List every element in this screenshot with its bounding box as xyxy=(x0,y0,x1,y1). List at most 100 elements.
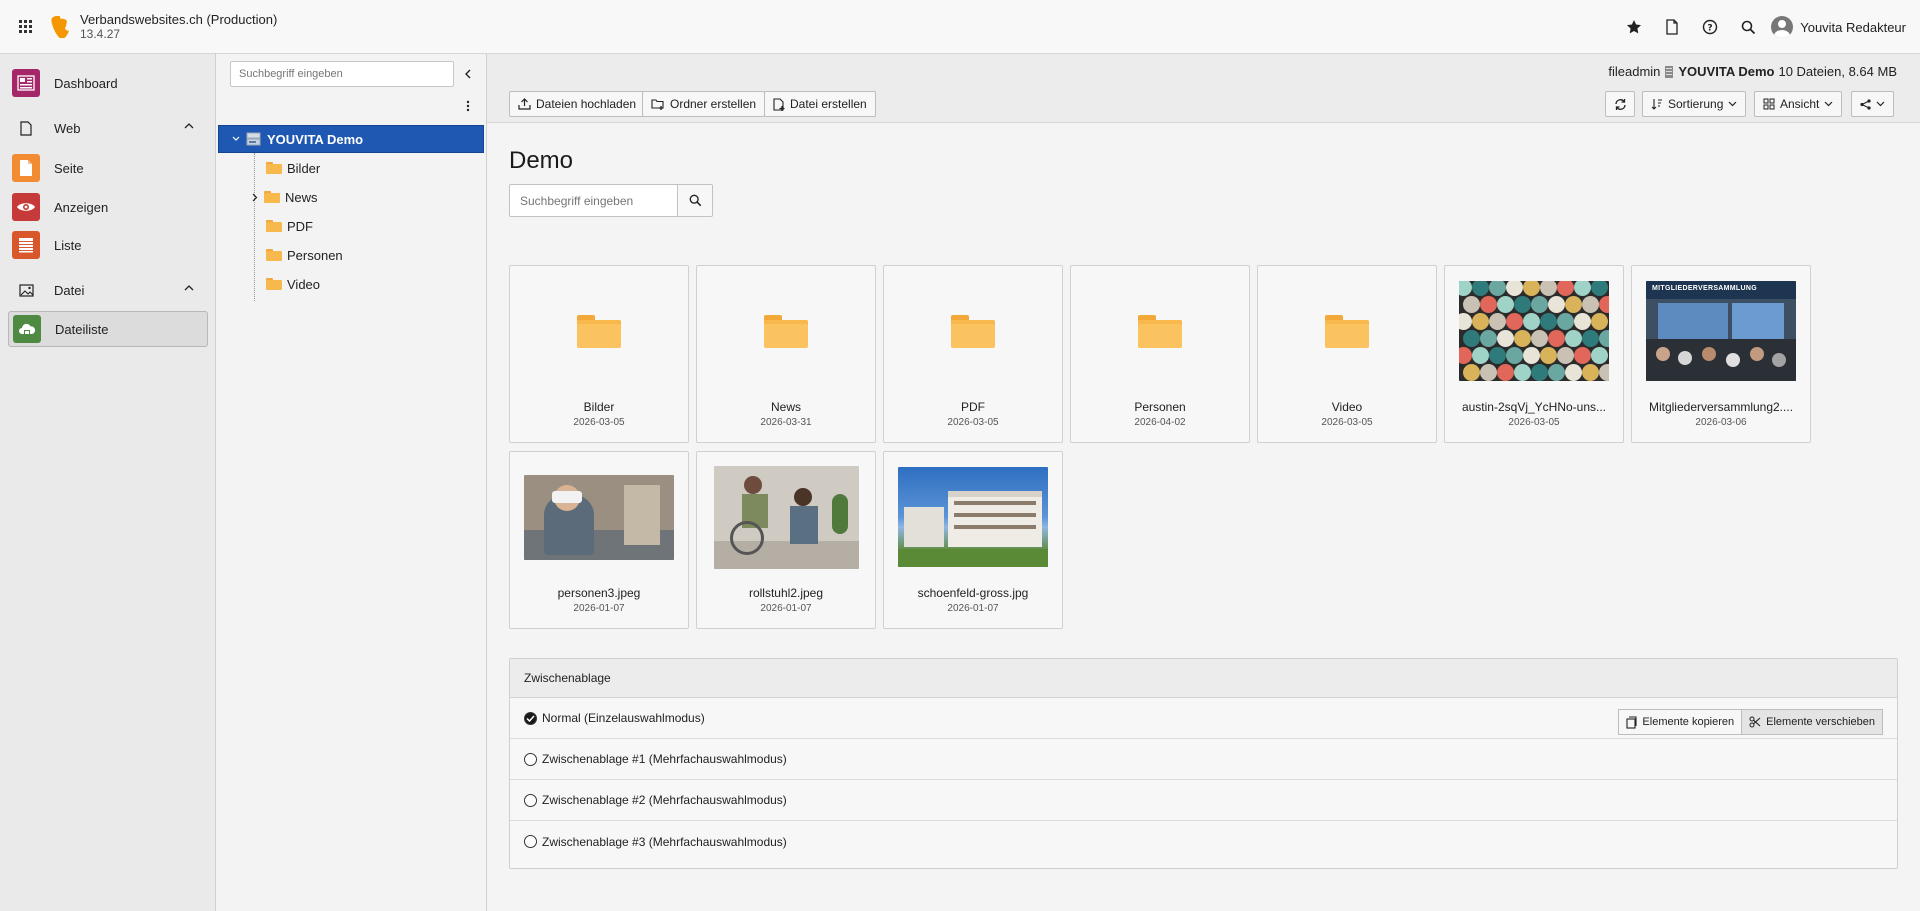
chevron-right-icon[interactable] xyxy=(252,193,258,202)
share-dropdown[interactable] xyxy=(1851,91,1894,117)
image-thumbnail xyxy=(898,467,1048,567)
view-label: Ansicht xyxy=(1780,97,1820,111)
chevron-down-icon xyxy=(232,136,240,141)
page-title: Demo xyxy=(509,147,574,174)
module-anzeigen[interactable]: Anzeigen xyxy=(8,189,208,225)
create-file-button[interactable]: Datei erstellen xyxy=(764,91,876,117)
module-group-datei[interactable]: Datei xyxy=(8,275,208,305)
clipboard-mode-pad1[interactable]: Zwischenablage #1 (Mehrfachauswahlmodus) xyxy=(510,739,1897,780)
eye-icon xyxy=(12,193,40,221)
document-icon xyxy=(1666,19,1678,35)
tree-folder-label: PDF xyxy=(287,218,313,234)
site-info: Verbandswebsites.ch (Production) 13.4.27 xyxy=(80,11,278,41)
folder-tree: YOUVITA Demo Bilder News PDF Personen Vi… xyxy=(216,54,487,911)
bookmarks-button[interactable] xyxy=(1615,0,1653,54)
tree-folder-label: Bilder xyxy=(287,160,321,176)
storage-icon xyxy=(246,132,261,146)
list-icon xyxy=(12,231,40,259)
file-search xyxy=(509,184,713,217)
module-label: Liste xyxy=(54,237,82,253)
clipboard-mode-normal[interactable]: Normal (Einzelauswahlmodus) Elemente kop… xyxy=(510,698,1897,739)
module-group-label: Web xyxy=(54,120,81,136)
create-folder-button[interactable]: Ordner erstellen xyxy=(642,91,766,117)
tree-folder-label: Video xyxy=(287,276,321,292)
move-elements-button[interactable]: Elemente verschieben xyxy=(1742,709,1883,735)
tree-root-node[interactable]: YOUVITA Demo xyxy=(218,125,484,153)
chevron-down-icon xyxy=(1824,101,1833,107)
file-card-folder-pdf[interactable]: PDF 2026-03-05 xyxy=(883,265,1063,443)
upload-files-label: Dateien hochladen xyxy=(536,97,637,111)
module-dashboard[interactable]: Dashboard xyxy=(8,65,208,101)
module-dateiliste[interactable]: Dateiliste xyxy=(8,311,208,347)
image-outline-icon xyxy=(12,283,40,297)
meeting-banner-text: MITGLIEDERVERSAMMLUNG xyxy=(1652,285,1757,292)
site-name: Verbandswebsites.ch (Production) xyxy=(80,11,278,27)
tree-folder-label: News xyxy=(285,189,318,205)
clipboard-mode-pad3[interactable]: Zwischenablage #3 (Mehrfachauswahlmodus) xyxy=(510,821,1897,862)
file-card-image-rollstuhl[interactable]: rollstuhl2.jpeg 2026-01-07 xyxy=(696,451,876,629)
documentation-button[interactable] xyxy=(1653,0,1691,54)
reload-button[interactable] xyxy=(1605,91,1635,117)
upload-files-button[interactable]: Dateien hochladen xyxy=(509,91,646,117)
file-card-image-schoenfeld[interactable]: schoenfeld-gross.jpg 2026-01-07 xyxy=(883,451,1063,629)
share-icon xyxy=(1860,98,1871,110)
view-dropdown[interactable]: Ansicht xyxy=(1754,91,1843,117)
clipboard-mode-pad2[interactable]: Zwischenablage #2 (Mehrfachauswahlmodus) xyxy=(510,780,1897,821)
tree-search-input[interactable] xyxy=(230,61,454,87)
file-card-image-austin[interactable]: austin-2sqVj_YcHNo-uns... 2026-03-05 xyxy=(1444,265,1624,443)
create-folder-label: Ordner erstellen xyxy=(670,97,757,111)
storage-icon xyxy=(1665,65,1674,78)
folder-icon xyxy=(951,314,995,348)
radio-icon[interactable] xyxy=(524,835,537,848)
radio-icon[interactable] xyxy=(524,752,537,766)
folder-icon xyxy=(266,220,282,232)
checked-radio-icon[interactable] xyxy=(524,711,537,725)
folder-icon xyxy=(266,278,282,290)
copy-elements-button[interactable]: Elemente kopieren xyxy=(1618,709,1743,735)
radio-icon[interactable] xyxy=(524,793,537,807)
typo3-logo[interactable] xyxy=(50,15,72,38)
tree-folder-pdf[interactable]: PDF xyxy=(266,212,313,240)
tree-folder-news[interactable]: News xyxy=(252,183,318,211)
user-menu[interactable]: Youvita Redakteur xyxy=(1767,16,1920,38)
module-menu-toggle[interactable] xyxy=(0,0,50,54)
module-group-web[interactable]: Web xyxy=(8,113,208,143)
file-name: austin-2sqVj_YcHNo-uns... xyxy=(1461,400,1607,414)
tree-folder-bilder[interactable]: Bilder xyxy=(266,154,320,182)
file-card-folder-video[interactable]: Video 2026-03-05 xyxy=(1257,265,1437,443)
collapse-tree-button[interactable] xyxy=(456,62,480,86)
file-card-image-personen3[interactable]: personen3.jpeg 2026-01-07 xyxy=(509,451,689,629)
file-search-input[interactable] xyxy=(509,184,677,217)
file-card-image-mitglieder[interactable]: MITGLIEDERVERSAMMLUNG Mitgliederversamml… xyxy=(1631,265,1811,443)
file-card-folder-personen[interactable]: Personen 2026-04-02 xyxy=(1070,265,1250,443)
file-card-folder-news[interactable]: News 2026-03-31 xyxy=(696,265,876,443)
module-liste[interactable]: Liste xyxy=(8,227,208,263)
file-date: 2026-03-05 xyxy=(573,417,625,428)
search-button[interactable] xyxy=(1729,0,1767,54)
file-date: 2026-01-07 xyxy=(573,603,625,614)
tree-folder-video[interactable]: Video xyxy=(266,270,320,298)
image-thumbnail xyxy=(524,474,674,560)
top-bar: Verbandswebsites.ch (Production) 13.4.27… xyxy=(0,0,1920,54)
module-seite[interactable]: Seite xyxy=(8,150,208,186)
user-name: Youvita Redakteur xyxy=(1800,19,1906,35)
sort-icon xyxy=(1651,99,1662,110)
breadcrumb-folder[interactable]: YOUVITA Demo xyxy=(1678,64,1774,79)
svg-text:?: ? xyxy=(1708,24,1713,34)
help-button[interactable]: ? xyxy=(1691,0,1729,54)
file-card-folder-bilder[interactable]: Bilder 2026-03-05 xyxy=(509,265,689,443)
tree-folder-personen[interactable]: Personen xyxy=(266,241,343,269)
file-search-button[interactable] xyxy=(677,184,713,217)
file-name: Mitgliederversammlung2.... xyxy=(1648,400,1794,414)
sorting-dropdown[interactable]: Sortierung xyxy=(1642,91,1747,117)
apps-grid-icon xyxy=(18,20,32,33)
module-label: Anzeigen xyxy=(54,199,109,215)
search-icon xyxy=(1741,20,1755,34)
file-date: 2026-03-05 xyxy=(1321,417,1373,428)
file-name: PDF xyxy=(961,400,985,414)
file-date: 2026-03-05 xyxy=(1508,417,1560,428)
help-icon: ? xyxy=(1703,19,1718,35)
tree-actions-button[interactable] xyxy=(456,94,480,118)
site-version: 13.4.27 xyxy=(80,26,121,41)
breadcrumb-storage[interactable]: fileadmin xyxy=(1608,64,1660,79)
